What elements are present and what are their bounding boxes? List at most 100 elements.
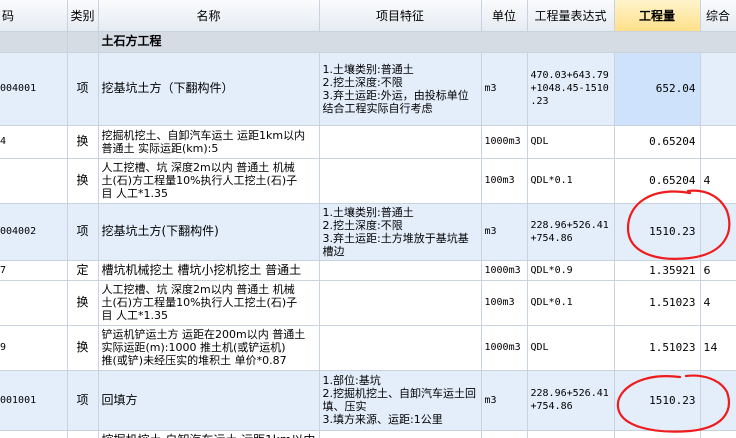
cell-code[interactable]: 9 <box>0 325 68 371</box>
table-row[interactable]: 004001 项挖基坑土方（下翻构件） 1.土壤类别:普通土 2.挖土深度:不限 3.弃… <box>0 52 736 126</box>
cell-comp[interactable] <box>700 430 736 438</box>
cell-code[interactable]: 004002 <box>0 203 68 261</box>
cell-qty[interactable]: 1.51023 <box>614 280 701 326</box>
cell-name[interactable]: 挖掘机挖土、自卸汽车运土 运距1km以内 普通土 实际运距(km):5 <box>98 125 320 159</box>
header-type[interactable]: 类别 <box>67 0 99 32</box>
cell-qty[interactable]: 1510.23 <box>614 203 701 261</box>
header-comp[interactable]: 综合 <box>700 0 736 32</box>
cell-expr-line: 228.96+526.41 <box>530 219 609 231</box>
cell-features[interactable] <box>319 125 482 159</box>
cell-name-line: 实际运距(m):1000 推土机(或铲运机) <box>101 341 286 354</box>
cell-comp[interactable]: 14 <box>700 325 736 371</box>
cell-expr[interactable]: 228.96+526.41 +754.86 <box>527 370 615 431</box>
cell-code[interactable] <box>0 158 68 204</box>
cell-expr[interactable]: 470.03+643.79 +1048.45-1510 .23 <box>527 52 615 126</box>
cell-features[interactable]: 1.土壤类别:普通土 2.挖土深度:不限 3.弃土运距:土方堆放于基坑基槽边 <box>319 203 482 261</box>
cell-name[interactable]: 铲运机铲运土方 运距在200m以内 普通土 实际运距(m):1000 推土机(或… <box>98 325 320 371</box>
cell-features[interactable] <box>319 280 482 326</box>
cell-code[interactable]: 7 <box>0 260 68 281</box>
cell-unit[interactable]: 1000m3 <box>481 125 528 159</box>
cell-type[interactable]: 项 <box>67 203 99 261</box>
cell-code[interactable]: 4 <box>0 125 68 159</box>
cell-qty[interactable]: 0.65204 <box>614 125 701 159</box>
cell-comp[interactable] <box>700 125 736 159</box>
cell-features[interactable]: 1.土壤类别:普通土 2.挖土深度:不限 3.弃土运距:外运，由投标单位结合工程实际… <box>319 52 482 126</box>
cell-code[interactable] <box>0 280 68 326</box>
cell-unit[interactable] <box>481 430 528 438</box>
cell-comp[interactable]: 6 <box>700 260 736 281</box>
cell-type[interactable]: 定 <box>67 260 99 281</box>
cell-expr[interactable] <box>527 430 615 438</box>
cell-name[interactable]: 槽坑机械挖土 槽坑小挖机挖土 普通土 <box>98 260 320 281</box>
table-row[interactable]: 4 换挖掘机挖土、自卸汽车运土 运距1km以内 普通土 实际运距(km):5 1000… <box>0 125 736 159</box>
table-row[interactable]: 换人工挖槽、坑 深度2m以内 普通土 机械 土(石)方工程量10%执行人工挖土(石… <box>0 158 736 204</box>
cell-qty[interactable]: 1510.23 <box>614 370 701 431</box>
cell-name[interactable]: 挖掘机挖土 自卸汽车运土 运距1km以内 <box>98 430 320 438</box>
cell-expr[interactable]: QDL*0.1 <box>527 280 615 326</box>
cell-name[interactable]: 人工挖槽、坑 深度2m以内 普通土 机械 土(石)方工程量10%执行人工挖土(石)… <box>98 158 320 204</box>
cell-name-line: 目 人工*1.35 <box>101 309 169 322</box>
cell-comp[interactable] <box>700 52 736 126</box>
header-expr[interactable]: 工程量表达式 <box>527 0 615 32</box>
section-row[interactable]: 土石方工程 <box>0 31 736 53</box>
cell-features-line: 1.土壤类别:普通土 <box>322 205 414 219</box>
cell-unit[interactable]: m3 <box>481 370 528 431</box>
cell-unit[interactable]: 1000m3 <box>481 325 528 371</box>
cell-name-line: 人工挖槽、坑 深度2m以内 普通土 机械 <box>101 161 295 174</box>
cell-features[interactable] <box>319 158 482 204</box>
cell-code[interactable]: 004001 <box>0 52 68 126</box>
cell-qty[interactable]: 1.35921 <box>614 260 701 281</box>
cell-expr[interactable]: 228.96+526.41 +754.86 <box>527 203 615 261</box>
cell-qty[interactable]: 1.51023 <box>614 325 701 371</box>
cell-name[interactable]: 人工挖槽、坑 深度2m以内 普通土 机械 土(石)方工程量10%执行人工挖土(石)… <box>98 280 320 326</box>
cell-type[interactable]: 项 <box>67 370 99 431</box>
cell-qty[interactable]: 652.04 <box>614 52 701 126</box>
cell-features-line: 3.弃土运距:土方堆放于基坑基槽边 <box>322 231 469 258</box>
cell-qty[interactable] <box>614 430 701 438</box>
cell-type[interactable]: 换 <box>67 280 99 326</box>
cell-expr[interactable]: QDL*0.9 <box>527 260 615 281</box>
cell-type[interactable]: 项 <box>67 52 99 126</box>
cell-comp[interactable] <box>700 203 736 261</box>
header-qty[interactable]: 工程量 <box>614 0 701 32</box>
table-row[interactable]: 9 换铲运机铲运土方 运距在200m以内 普通土 实际运距(m):1000 推土机… <box>0 325 736 371</box>
cell-features[interactable]: 1.部位:基坑 2.挖掘机挖土、自卸汽车运土回填、压实 3.填方来源、运距:1公里 <box>319 370 482 431</box>
cell-expr-line: QDL*0.1 <box>530 175 573 186</box>
cell-code[interactable] <box>0 430 68 438</box>
cell-expr-line: QDL*0.9 <box>530 264 573 276</box>
cell-qty[interactable]: 0.65204 <box>614 158 701 204</box>
cell-name-line: 推(或铲)未经压实的堆积土 单价*0.87 <box>101 354 287 367</box>
header-code[interactable]: 码 <box>0 0 68 32</box>
cell-unit[interactable]: 100m3 <box>481 158 528 204</box>
cell-type[interactable]: 换 <box>67 158 99 204</box>
cell-unit[interactable]: m3 <box>481 52 528 126</box>
cell-name-line: 目 人工*1.35 <box>101 187 169 200</box>
cell-comp[interactable]: 4 <box>700 158 736 204</box>
cell-unit[interactable]: 100m3 <box>481 280 528 326</box>
cell-comp[interactable]: 4 <box>700 280 736 326</box>
cell-name[interactable]: 挖基坑土方(下翻构件) <box>98 203 320 261</box>
header-features[interactable]: 项目特征 <box>319 0 482 32</box>
cell-expr[interactable]: QDL <box>527 325 615 371</box>
table-row[interactable]: 7 定槽坑机械挖土 槽坑小挖机挖土 普通土 1000m3 QDL*0.9 1.35921… <box>0 260 736 281</box>
cell-expr[interactable]: QDL*0.1 <box>527 158 615 204</box>
cell-name[interactable]: 回填方 <box>98 370 320 431</box>
header-unit[interactable]: 单位 <box>481 0 528 32</box>
cell-code[interactable]: 001001 <box>0 370 68 431</box>
cell-expr[interactable]: QDL <box>527 125 615 159</box>
cell-name[interactable]: 挖基坑土方（下翻构件） <box>98 52 320 126</box>
cell-unit[interactable]: 1000m3 <box>481 260 528 281</box>
cell-features[interactable] <box>319 260 482 281</box>
cell-type[interactable] <box>67 430 99 438</box>
table-row[interactable]: 挖掘机挖土 自卸汽车运土 运距1km以内 <box>0 430 736 438</box>
cell-type[interactable]: 换 <box>67 325 99 371</box>
cell-unit[interactable]: m3 <box>481 203 528 261</box>
cell-features[interactable] <box>319 325 482 371</box>
table-row[interactable]: 004002 项挖基坑土方(下翻构件) 1.土壤类别:普通土 2.挖土深度:不限 3.弃… <box>0 203 736 261</box>
table-row[interactable]: 001001 项回填方 1.部位:基坑 2.挖掘机挖土、自卸汽车运土回填、压实 3.填方… <box>0 370 736 431</box>
cell-comp[interactable] <box>700 370 736 431</box>
cell-features[interactable] <box>319 430 482 438</box>
header-name[interactable]: 名称 <box>98 0 320 32</box>
table-row[interactable]: 换人工挖槽、坑 深度2m以内 普通土 机械 土(石)方工程量10%执行人工挖土(石… <box>0 280 736 326</box>
cell-type[interactable]: 换 <box>67 125 99 159</box>
